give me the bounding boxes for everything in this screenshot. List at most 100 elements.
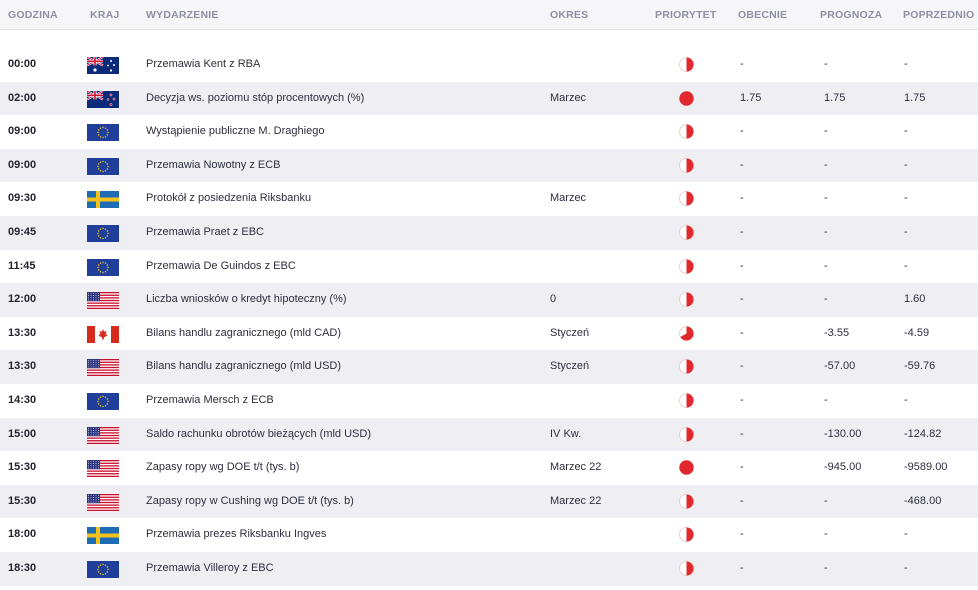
priority-low-icon[interactable] <box>679 292 694 308</box>
priority-high-icon[interactable] <box>679 460 694 475</box>
event-period: 0 <box>550 293 557 306</box>
flag-eu-icon <box>87 258 119 276</box>
event-period: Styczeń <box>550 326 590 339</box>
flag-usa-icon <box>87 359 119 377</box>
event-previous: -9589.00 <box>904 461 948 474</box>
table-row[interactable]: 18:00 Przemawia prezes Riksbanku Ingves - -… <box>0 518 978 552</box>
priority-low-icon[interactable] <box>679 393 694 408</box>
table-row[interactable]: 13:30 Bilans handlu zagranicznego (mld US… <box>0 350 978 384</box>
priority-low-icon[interactable] <box>679 157 694 173</box>
priority-low-icon[interactable] <box>679 426 694 442</box>
event-previous: -124.82 <box>904 427 942 440</box>
priority-low-icon[interactable] <box>679 57 694 72</box>
table-row[interactable]: 00:00 Przemawia Kent z RBA - - - <box>0 48 978 82</box>
event-actual: - <box>740 494 744 507</box>
table-row[interactable]: 09:00 Wystąpienie publiczne M. Draghiego -… <box>0 115 978 149</box>
header-actual[interactable]: OBECNIE <box>738 9 787 21</box>
event-name[interactable]: Przemawia Nowotny z ECB <box>146 149 281 183</box>
event-time: 09:00 <box>8 125 37 138</box>
priority-low-icon[interactable] <box>679 359 694 375</box>
priority-low-icon[interactable] <box>679 124 694 140</box>
event-actual: - <box>740 360 744 373</box>
event-time: 12:00 <box>8 293 37 306</box>
header-previous[interactable]: POPRZEDNIO <box>903 9 974 21</box>
header-country[interactable]: KRAJ <box>90 9 119 21</box>
table-row[interactable]: 15:30 Zapasy ropy w Cushing wg DOE t/t (t… <box>0 484 978 519</box>
event-time: 18:30 <box>8 561 37 574</box>
table-row[interactable]: 12:00 Liczba wniosków o kredyt hipoteczny… <box>0 283 978 317</box>
priority-low-icon[interactable] <box>679 561 694 576</box>
event-name[interactable]: Przemawia Kent z RBA <box>146 48 260 82</box>
event-name[interactable]: Bilans handlu zagranicznego (mld CAD) <box>146 317 341 351</box>
priority-medium-icon[interactable] <box>679 325 694 341</box>
event-name[interactable]: Zapasy ropy wg DOE t/t (tys. b) <box>146 451 299 485</box>
table-row[interactable]: 18:30 Przemawia Villeroy z EBC - - - <box>0 551 978 586</box>
event-name[interactable]: Protokół z posiedzenia Riksbanku <box>146 182 311 216</box>
event-forecast: -130.00 <box>824 427 862 440</box>
event-previous: - <box>904 225 908 238</box>
table-row[interactable]: 02:00 Decyzja ws. poziomu stóp procentowy… <box>0 81 978 116</box>
event-time: 09:45 <box>8 225 37 238</box>
event-name[interactable]: Saldo rachunku obrotów bieżących (mld US… <box>146 418 371 452</box>
event-actual: - <box>740 528 744 541</box>
event-name[interactable]: Wystąpienie publiczne M. Draghiego <box>146 115 324 149</box>
table-row[interactable]: 09:00 Przemawia Nowotny z ECB - - - <box>0 148 978 183</box>
event-actual: - <box>740 326 744 339</box>
event-time: 18:00 <box>8 528 37 541</box>
event-period: Marzec <box>550 192 587 205</box>
event-name[interactable]: Przemawia Praet z EBC <box>146 216 264 250</box>
event-name[interactable]: Przemawia De Guindos z EBC <box>146 250 296 284</box>
table-row[interactable]: 15:00 Saldo rachunku obrotów bieżących (m… <box>0 417 978 452</box>
event-name[interactable]: Przemawia prezes Riksbanku Ingves <box>146 518 326 552</box>
table-row[interactable]: 14:30 Przemawia Mersch z ECB - - - <box>0 384 978 418</box>
priority-low-icon[interactable] <box>679 225 694 240</box>
event-forecast: - <box>824 293 828 306</box>
flag-eu-icon <box>87 124 119 142</box>
event-previous: -59.76 <box>904 360 936 373</box>
event-forecast: - <box>824 158 828 171</box>
priority-high-icon[interactable] <box>679 90 694 106</box>
table-row[interactable]: 09:45 Przemawia Praet z EBC - - - <box>0 215 978 250</box>
event-forecast: - <box>824 58 828 70</box>
event-previous: -4.59 <box>904 326 930 339</box>
header-priority[interactable]: PRIORYTET <box>655 9 717 21</box>
event-name[interactable]: Bilans handlu zagranicznego (mld USD) <box>146 350 341 384</box>
header-time[interactable]: GODZINA <box>8 9 58 21</box>
event-name[interactable]: Przemawia Villeroy z EBC <box>146 552 274 586</box>
table-row[interactable]: 11:45 Przemawia De Guindos z EBC - - - <box>0 250 978 284</box>
priority-low-icon[interactable] <box>679 258 694 274</box>
event-name[interactable]: Decyzja ws. poziomu stóp procentowych (%… <box>146 82 364 116</box>
table-row[interactable]: 15:30 Zapasy ropy wg DOE t/t (tys. b) Marz… <box>0 451 978 485</box>
flag-usa-icon <box>87 292 119 310</box>
flag-eu-icon <box>87 560 119 578</box>
event-actual: - <box>740 192 744 205</box>
event-previous: - <box>904 528 908 541</box>
table-row[interactable]: 13:30 Bilans handlu zagranicznego (mld CA… <box>0 317 978 351</box>
event-previous: - <box>904 125 908 138</box>
event-forecast: - <box>824 125 828 138</box>
event-name[interactable]: Liczba wniosków o kredyt hipoteczny (%) <box>146 283 347 317</box>
event-time: 13:30 <box>8 360 37 373</box>
table-row[interactable]: 09:30 Protokół z posiedzenia Riksbanku Mar… <box>0 182 978 216</box>
event-previous: - <box>904 58 908 70</box>
event-time: 15:30 <box>8 461 37 474</box>
event-forecast: - <box>824 494 828 507</box>
priority-low-icon[interactable] <box>679 493 694 509</box>
event-name[interactable]: Zapasy ropy w Cushing wg DOE t/t (tys. b… <box>146 485 354 519</box>
event-forecast: - <box>824 192 828 205</box>
header-period[interactable]: OKRES <box>550 9 588 21</box>
event-time: 02:00 <box>8 91 37 104</box>
header-event[interactable]: WYDARZENIE <box>146 9 219 21</box>
event-actual: - <box>740 58 744 70</box>
event-previous: - <box>904 192 908 205</box>
priority-low-icon[interactable] <box>679 191 694 207</box>
header-forecast[interactable]: PROGNOZA <box>820 9 882 21</box>
event-time: 13:30 <box>8 326 37 339</box>
event-name[interactable]: Przemawia Mersch z ECB <box>146 384 274 418</box>
event-time: 00:00 <box>8 58 37 70</box>
priority-low-icon[interactable] <box>679 527 694 543</box>
economic-calendar: GODZINA KRAJ WYDARZENIE OKRES PRIORYTET … <box>0 0 978 590</box>
flag-usa-icon <box>87 460 119 478</box>
event-actual: - <box>740 259 744 272</box>
event-actual: - <box>740 225 744 238</box>
